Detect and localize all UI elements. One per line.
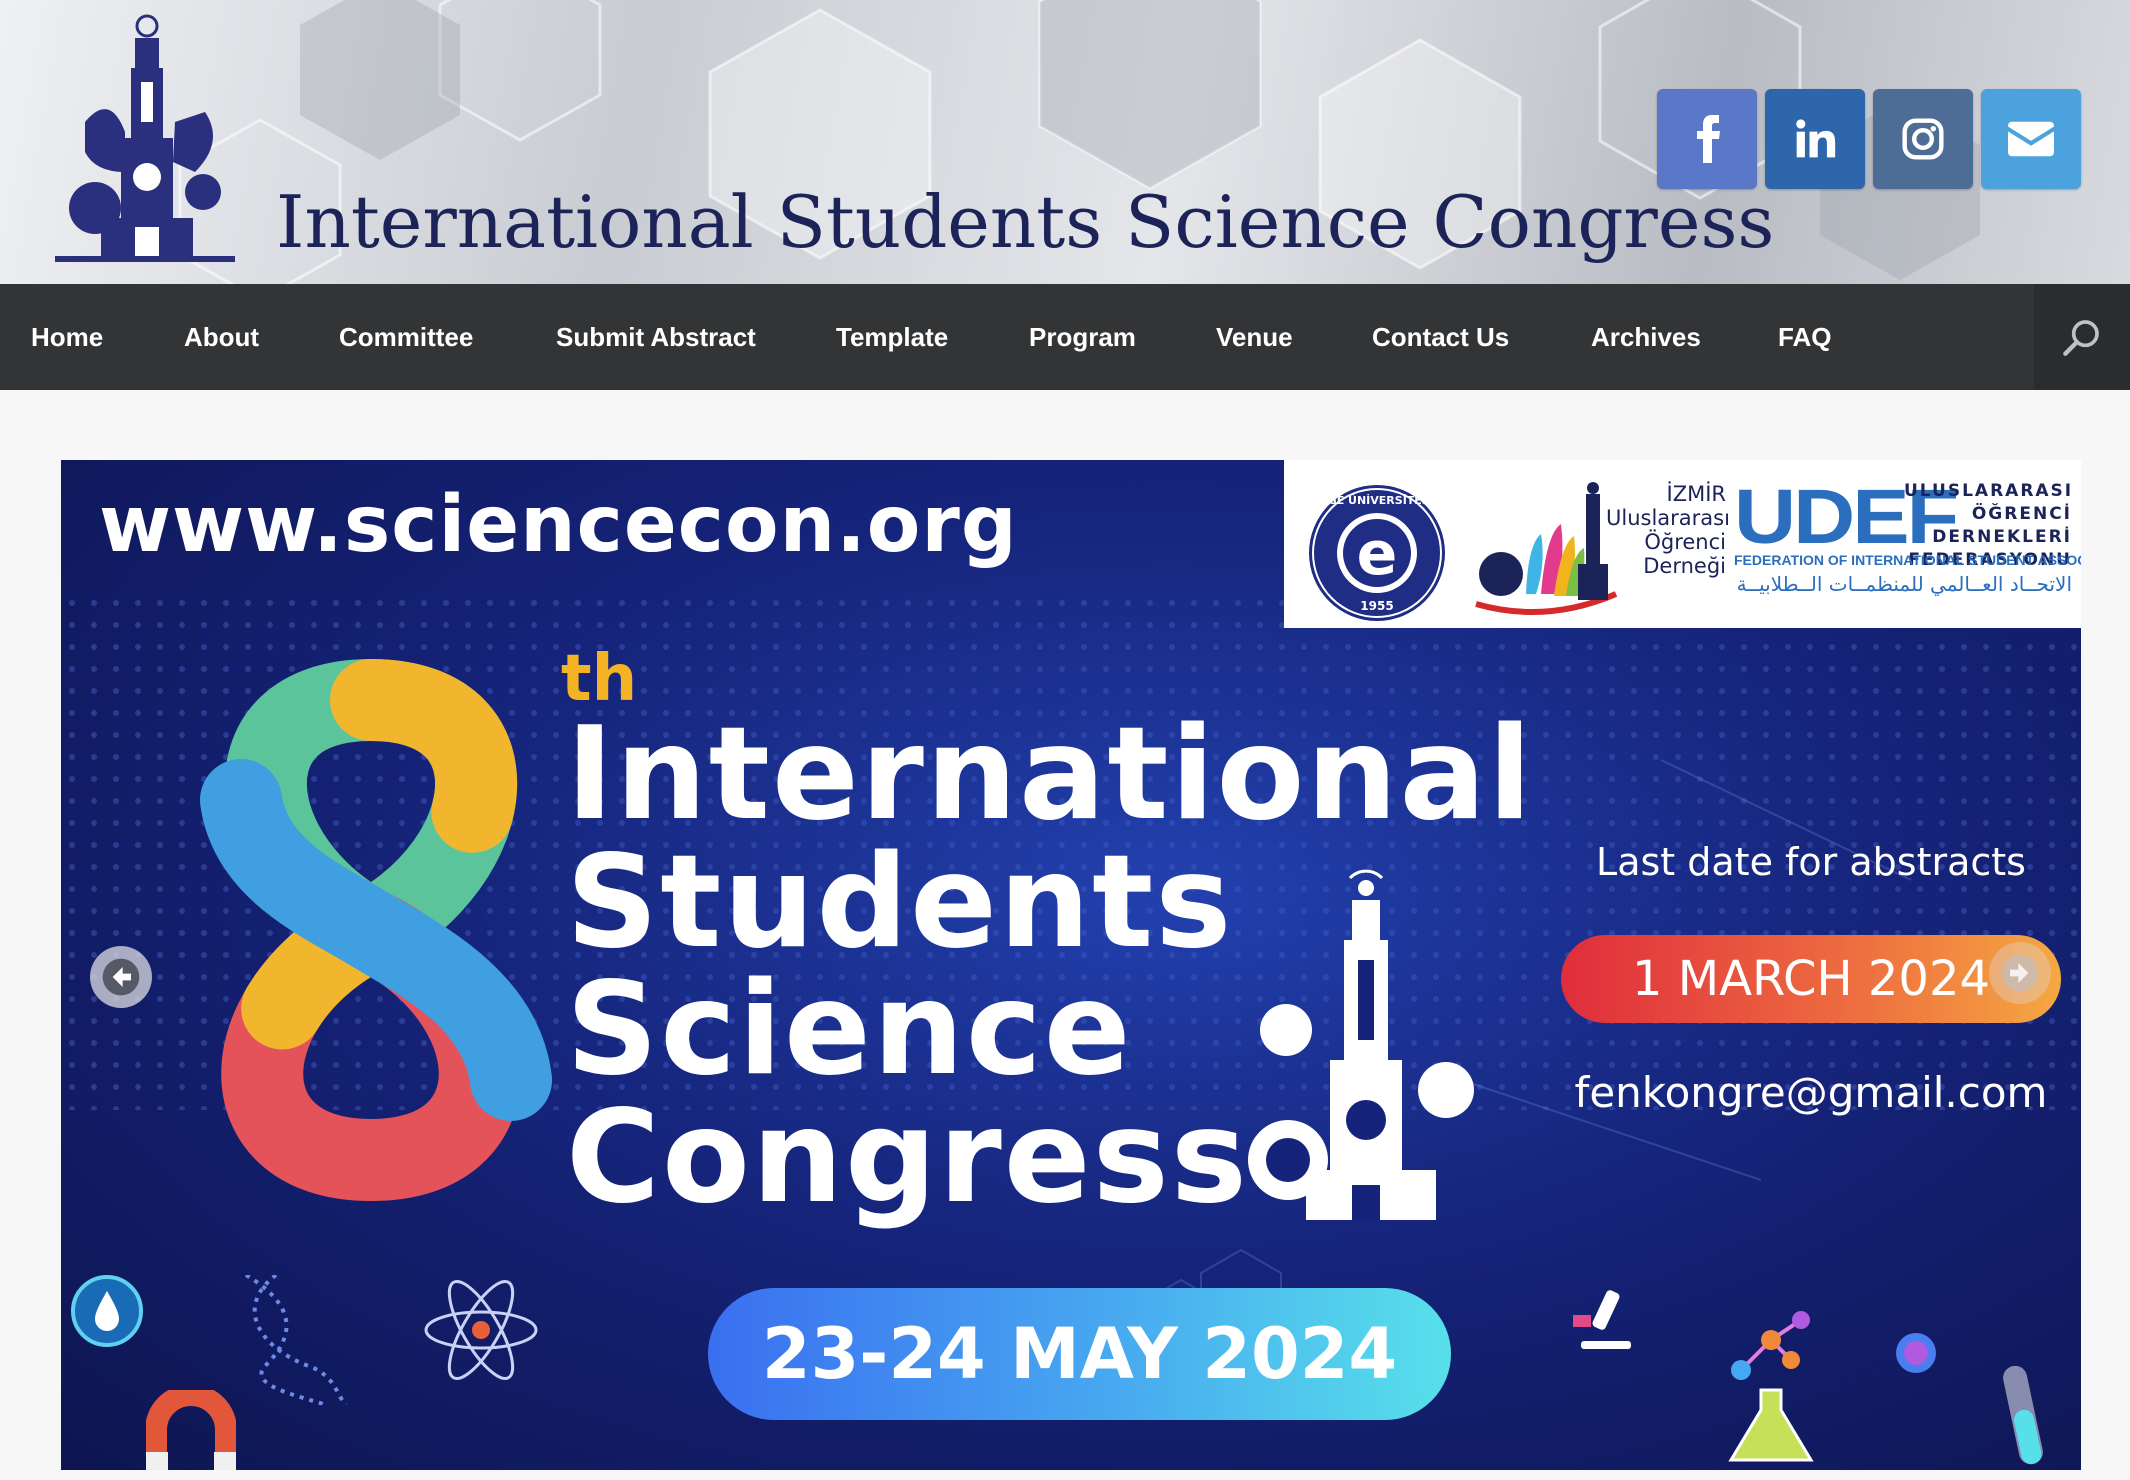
nav-item-program[interactable]: Program: [1029, 284, 1136, 390]
ege-year: 1955: [1360, 599, 1393, 613]
nav-item-archives[interactable]: Archives: [1591, 284, 1701, 390]
site-title[interactable]: International Students Science Congress: [276, 180, 1774, 264]
ege-university-logo: e EGE ÜNİVERSİTESİ 1955: [1309, 485, 1445, 621]
clock-tower-illustration: [1248, 869, 1474, 1220]
orb-icon: [1896, 1333, 1936, 1373]
site-header: International Students Science Congress: [0, 0, 2130, 284]
search-button[interactable]: [2034, 284, 2130, 390]
partner-logos-panel: e EGE ÜNİVERSİTESİ 1955 İZMİR Uluslarara…: [1284, 460, 2081, 628]
arrow-right-icon: [2001, 954, 2039, 992]
title-line-3: Science: [566, 955, 1133, 1104]
facebook-icon: [1697, 115, 1720, 163]
izmir-association-name: İZMİR Uluslararası Öğrenci Derneği: [1606, 482, 1730, 578]
congress-logo: [55, 14, 235, 262]
dna-icon: [244, 1275, 348, 1405]
slider-prev-button[interactable]: [90, 946, 152, 1008]
deadline-date-badge: 1 MARCH 2024: [1561, 935, 2061, 1023]
instagram-button[interactable]: [1873, 89, 1973, 189]
slider-next-button[interactable]: [1989, 942, 2051, 1004]
event-dates-badge: 23-24 MAY 2024: [708, 1288, 1451, 1420]
search-icon: [2063, 320, 2099, 356]
edition-number-graphic: 8: [200, 658, 552, 1202]
contact-email[interactable]: fenkongre@gmail.com: [1551, 1068, 2071, 1117]
hero-slider: www.sciencecon.org e EGE ÜNİVERSİTESİ 19…: [61, 460, 2081, 1470]
email-button[interactable]: [1981, 89, 2081, 189]
envelope-icon: [2008, 121, 2054, 157]
linkedin-button[interactable]: [1765, 89, 1865, 189]
main-navigation: Home About Committee Submit Abstract Tem…: [0, 284, 2130, 390]
linkedin-icon: [1796, 119, 1836, 158]
deadline-label: Last date for abstracts: [1596, 840, 2026, 884]
arrow-left-icon: [102, 958, 140, 996]
molecule-flask-icon: [1728, 1311, 1814, 1462]
water-drop-icon: [71, 1275, 143, 1347]
title-line-4: Congress: [566, 1083, 1249, 1232]
ege-ring-text: EGE ÜNİVERSİTESİ: [1320, 493, 1434, 507]
nav-item-home[interactable]: Home: [31, 284, 103, 390]
microscope-icon: [1573, 1290, 1631, 1349]
nav-item-faq[interactable]: FAQ: [1778, 284, 1831, 390]
atom-icon: [424, 1280, 538, 1380]
udef-arabic-name: الاتحــاد العــالمي للمنظمــات الــطلابي…: [1736, 572, 2072, 596]
nav-item-venue[interactable]: Venue: [1216, 284, 1293, 390]
test-tube-icon: [2003, 1365, 2043, 1465]
nav-item-about[interactable]: About: [184, 284, 259, 390]
instagram-icon: [1902, 118, 1944, 160]
title-line-1: International: [566, 700, 1534, 849]
website-url[interactable]: www.sciencecon.org: [99, 480, 1018, 570]
title-line-2: Students: [566, 828, 1234, 977]
magnet-icon: [146, 1390, 236, 1470]
udef-english-name: FEDERATION OF INTERNATIONAL STUDENT ASSO…: [1734, 552, 2081, 568]
nav-item-committee[interactable]: Committee: [339, 284, 473, 390]
nav-item-template[interactable]: Template: [836, 284, 948, 390]
nav-item-contact-us[interactable]: Contact Us: [1372, 284, 1509, 390]
ege-letter: e: [1357, 519, 1398, 589]
facebook-button[interactable]: [1657, 89, 1757, 189]
nav-item-submit-abstract[interactable]: Submit Abstract: [556, 284, 756, 390]
